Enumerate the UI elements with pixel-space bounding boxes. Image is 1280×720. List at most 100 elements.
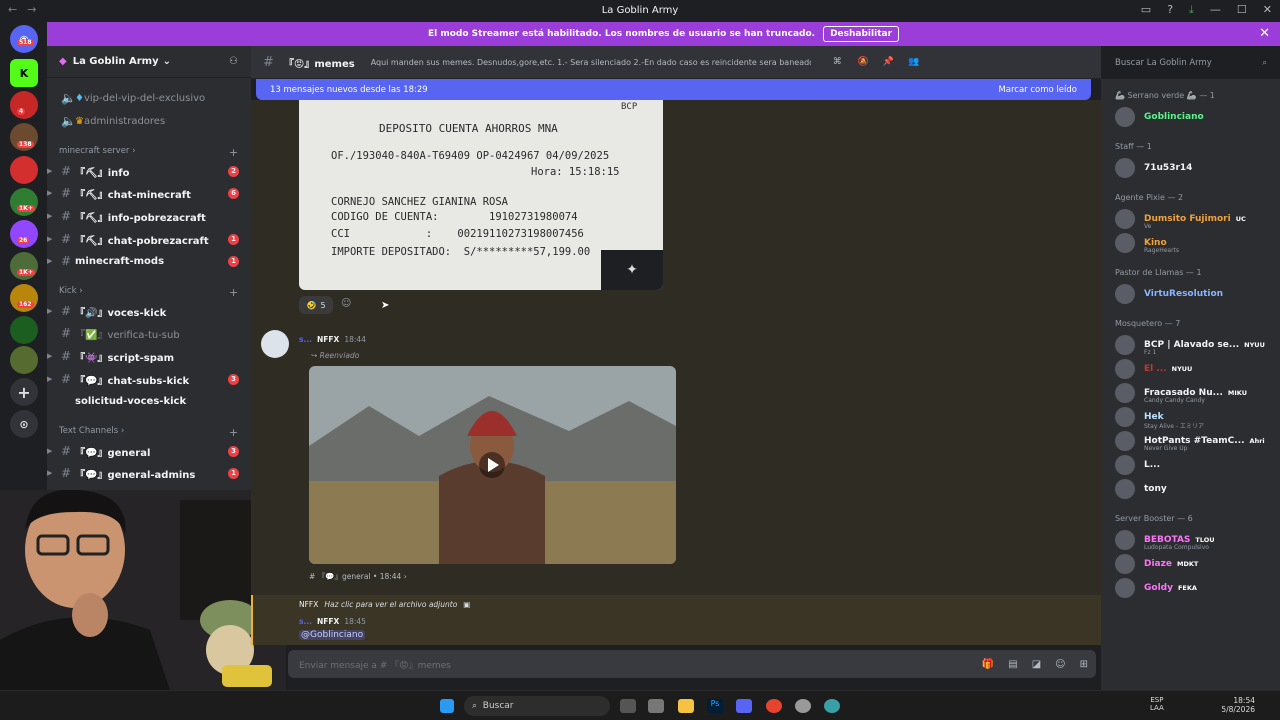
clan-tag: NYUU bbox=[1244, 341, 1265, 349]
disable-streamer-button[interactable]: Deshabilitar bbox=[823, 26, 900, 42]
channel-item[interactable]: ▶ # 『👾』script-spam bbox=[47, 346, 251, 366]
member-item[interactable]: tony bbox=[1115, 478, 1280, 500]
member-item[interactable]: VirtuResolution bbox=[1115, 283, 1280, 305]
server-icon[interactable] bbox=[10, 91, 38, 119]
add-server-icon[interactable]: + bbox=[10, 378, 38, 406]
member-item[interactable]: Diaze MDKT bbox=[1115, 553, 1280, 575]
threads-icon[interactable]: ⌘ bbox=[833, 57, 842, 67]
discover-icon[interactable]: ⊙ bbox=[10, 410, 38, 438]
members-icon[interactable]: 👥 bbox=[908, 57, 919, 67]
member-item[interactable]: Goldy FEKA bbox=[1115, 577, 1280, 599]
new-messages-bar[interactable]: 13 mensajes nuevos desde las 18:29 Marca… bbox=[256, 79, 1091, 100]
clan-tag: MIKU bbox=[1227, 389, 1247, 397]
member-item[interactable]: Hek Stay Alive - エミリア bbox=[1115, 406, 1280, 430]
apps-icon[interactable]: ⊞ bbox=[1080, 659, 1088, 670]
maximize-icon[interactable]: ☐ bbox=[1237, 3, 1247, 17]
sparkle-icon[interactable]: ✦ bbox=[601, 250, 663, 290]
channel-item[interactable]: ▶ # 『🔊』voces-kick bbox=[47, 301, 251, 321]
user-mention[interactable]: @Goblinciano bbox=[299, 630, 366, 640]
message-input[interactable]: Enviar mensaje a # 『😡』memes 🎁 ▤ ◪ ☺ ⊞ bbox=[288, 650, 1096, 678]
search-input[interactable]: Buscar La Goblin Army ⌕ bbox=[1109, 53, 1273, 72]
file-explorer-icon[interactable] bbox=[678, 699, 694, 713]
channel-item[interactable]: ▶ # 『⛏』info 2 bbox=[47, 161, 251, 181]
discord-icon[interactable] bbox=[736, 699, 752, 713]
channel-item[interactable]: # 『✅』verifica-tu-sub bbox=[47, 323, 251, 343]
add-channel-icon[interactable]: + bbox=[229, 286, 238, 299]
author-name[interactable]: s... bbox=[299, 335, 312, 344]
category-kick[interactable]: Kick › + bbox=[59, 286, 238, 299]
channel-item[interactable]: ▶ # 『💬』general-admins 1 bbox=[47, 463, 251, 483]
category-minecraft[interactable]: minecraft server › + bbox=[59, 146, 238, 159]
reply-preview[interactable]: NFFX Haz clic para ver el archivo adjunt… bbox=[299, 600, 470, 609]
member-status: Never Give Up bbox=[1144, 445, 1188, 452]
server-icon[interactable] bbox=[10, 316, 38, 344]
mark-read-button[interactable]: Marcar como leído bbox=[998, 85, 1077, 95]
sticker-icon[interactable]: ◪ bbox=[1032, 659, 1041, 670]
reaction-pill[interactable]: 🤣 5 bbox=[299, 296, 333, 314]
channel-item[interactable]: ▶ # 『⛏』info-pobrezacraft bbox=[47, 206, 251, 226]
member-item[interactable]: Kino RageHearts bbox=[1115, 232, 1280, 254]
add-reaction-icon[interactable]: ☺ bbox=[341, 298, 351, 309]
app-icon[interactable] bbox=[795, 699, 811, 713]
avatar[interactable] bbox=[261, 330, 289, 358]
forward-source[interactable]: # 『💬』general • 18:44 › bbox=[309, 571, 407, 582]
member-item[interactable]: HotPants #TeamC... Ahri Never Give Up bbox=[1115, 430, 1280, 452]
kick-server-icon[interactable]: K bbox=[10, 59, 38, 87]
add-channel-icon[interactable]: + bbox=[229, 146, 238, 159]
user-tag: NFFX bbox=[317, 617, 340, 626]
channel-item[interactable]: solicitud-voces-kick bbox=[47, 391, 251, 411]
member-item[interactable]: BEBOTAS TLOU Ludopata Compulsivo bbox=[1115, 529, 1280, 551]
channel-item[interactable]: ▶ # minecraft-mods 1 bbox=[47, 251, 251, 271]
message-header: s... NFFX 18:45 bbox=[299, 617, 366, 626]
add-channel-icon[interactable]: + bbox=[229, 426, 238, 439]
inbox-icon[interactable]: ▭ bbox=[1141, 3, 1151, 17]
server-icon[interactable] bbox=[10, 156, 38, 184]
member-item[interactable]: Fracasado Nu... MIKU Candy Candy Candy bbox=[1115, 382, 1280, 404]
emoji-icon[interactable]: ☺ bbox=[1055, 659, 1065, 670]
member-category: Agente Pixie — 2 bbox=[1115, 193, 1184, 202]
member-item[interactable]: El ... NYUU bbox=[1115, 358, 1280, 380]
member-item[interactable]: L... bbox=[1115, 454, 1280, 476]
receipt-image[interactable]: BCP DEPOSITO CUENTA AHORROS MNA OF./1930… bbox=[299, 100, 663, 290]
member-item[interactable]: Dumsito Fujimori UC Ve bbox=[1115, 208, 1280, 230]
channel-item[interactable]: ▶ # 『⛏』chat-pobrezacraft 1 bbox=[47, 229, 251, 249]
back-forward-icon[interactable]: ←→ bbox=[8, 3, 46, 16]
gift-icon[interactable]: 🎁 bbox=[982, 659, 994, 670]
member-item[interactable]: BCP | Alavado se... NYUU Fz 1 bbox=[1115, 334, 1280, 356]
message-placeholder: Enviar mensaje a # 『😡』memes bbox=[299, 660, 451, 671]
member-name: Diaze bbox=[1144, 559, 1172, 569]
language-indicator[interactable]: ESP LAA bbox=[1150, 696, 1164, 712]
channel-item[interactable]: ▶ # 『💬』chat-subs-kick 3 bbox=[47, 369, 251, 389]
channel-item[interactable]: 🔈 ♦ vip-del-vip-del-exclusivo bbox=[47, 88, 251, 108]
server-header[interactable]: ◆ La Goblin Army ⌄ ⚇ bbox=[47, 46, 251, 78]
member-item[interactable]: Goblinciano bbox=[1115, 106, 1280, 128]
mute-icon[interactable]: 🔕 bbox=[858, 57, 869, 67]
pin-icon[interactable]: 📌 bbox=[883, 57, 894, 67]
download-icon[interactable]: ⤓ bbox=[1189, 3, 1194, 17]
author-name[interactable]: s... bbox=[299, 617, 312, 626]
channel-item[interactable]: ▶ # 『💬』general 3 bbox=[47, 441, 251, 461]
gif-icon[interactable]: ▤ bbox=[1008, 659, 1017, 670]
channel-item[interactable]: 🔈 ♛ administradores bbox=[47, 111, 251, 131]
server-icon[interactable] bbox=[10, 346, 38, 374]
video-attachment[interactable] bbox=[309, 366, 676, 564]
category-text-channels[interactable]: Text Channels › + bbox=[59, 426, 238, 439]
help-icon[interactable]: ? bbox=[1167, 3, 1173, 17]
taskbar-search[interactable]: ⌕ Buscar bbox=[464, 696, 610, 716]
app-icon[interactable] bbox=[648, 699, 664, 713]
member-item[interactable]: 71u53r14 bbox=[1115, 157, 1280, 179]
photoshop-icon[interactable]: Ps bbox=[707, 699, 723, 713]
close-icon[interactable]: ✕ bbox=[1263, 3, 1272, 17]
banner-close-icon[interactable]: ✕ bbox=[1259, 26, 1270, 41]
add-member-icon[interactable]: ⚇ bbox=[229, 56, 238, 67]
channel-topic[interactable]: Aqui manden sus memes. Desnudos,gore,etc… bbox=[371, 58, 811, 67]
task-view-icon[interactable] bbox=[620, 699, 636, 713]
app-icon[interactable] bbox=[824, 699, 840, 713]
start-icon[interactable] bbox=[440, 699, 454, 713]
clock[interactable]: 18:54 5/8/2026 bbox=[1215, 696, 1255, 714]
chrome-icon[interactable] bbox=[766, 699, 782, 713]
minimize-icon[interactable]: — bbox=[1210, 3, 1221, 17]
message-list[interactable]: BCP DEPOSITO CUENTA AHORROS MNA OF./1930… bbox=[251, 100, 1101, 645]
channel-item[interactable]: ▶ # 『⛏』chat-minecraft 6 bbox=[47, 183, 251, 203]
member-status: Fz 1 bbox=[1144, 349, 1157, 356]
